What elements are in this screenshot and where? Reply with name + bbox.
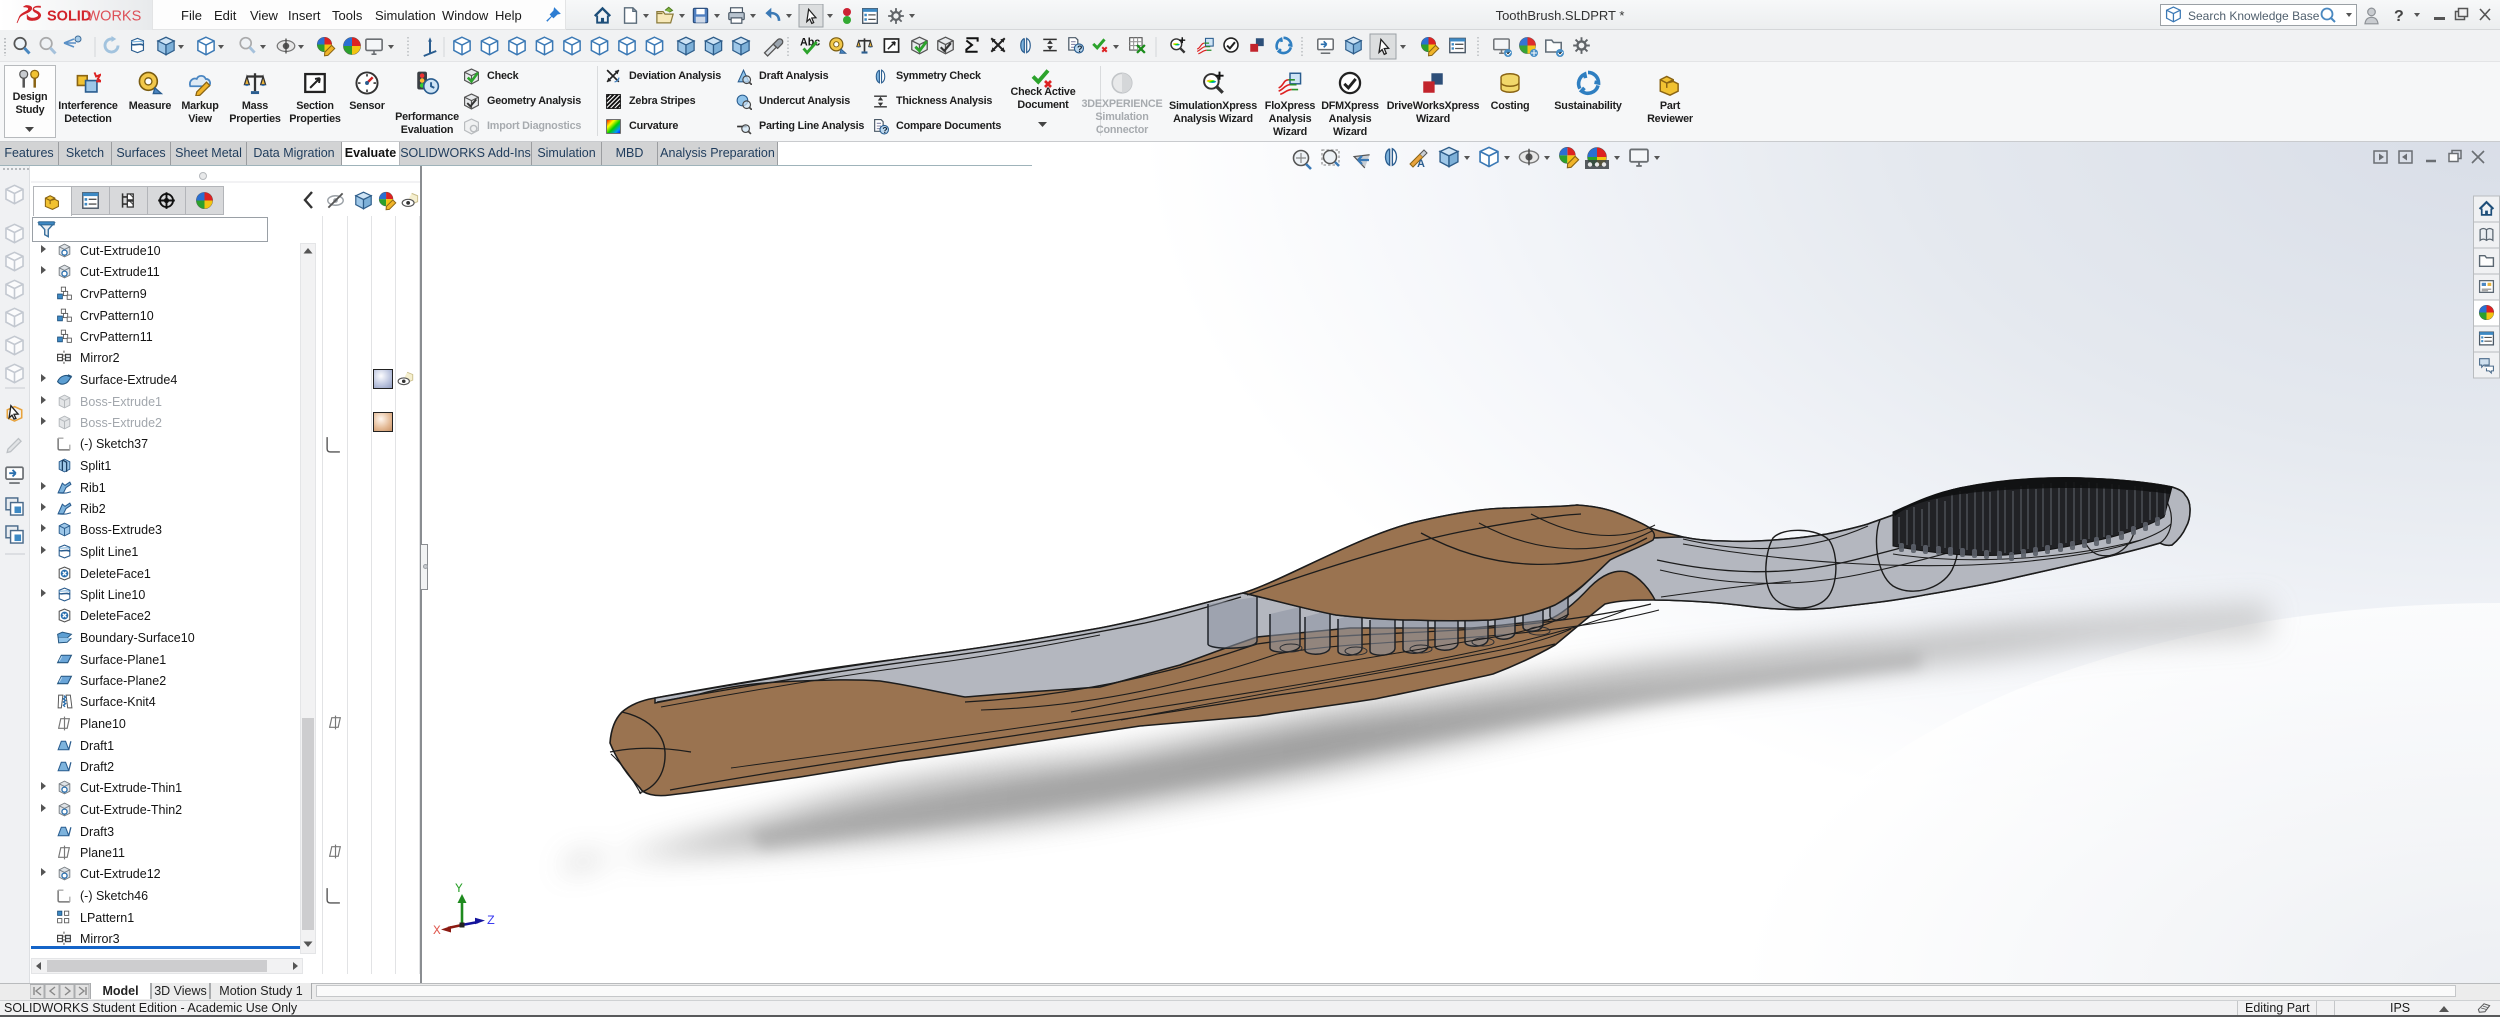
svg-text:Z: Z <box>487 913 495 928</box>
svg-text:Y: Y <box>455 881 463 896</box>
svg-text:?: ? <box>2394 8 2404 25</box>
svg-text:SOLID: SOLID <box>47 9 91 25</box>
svg-text:X: X <box>433 923 441 938</box>
svg-text:WORKS: WORKS <box>87 9 142 25</box>
svg-text:A: A <box>1417 158 1425 170</box>
